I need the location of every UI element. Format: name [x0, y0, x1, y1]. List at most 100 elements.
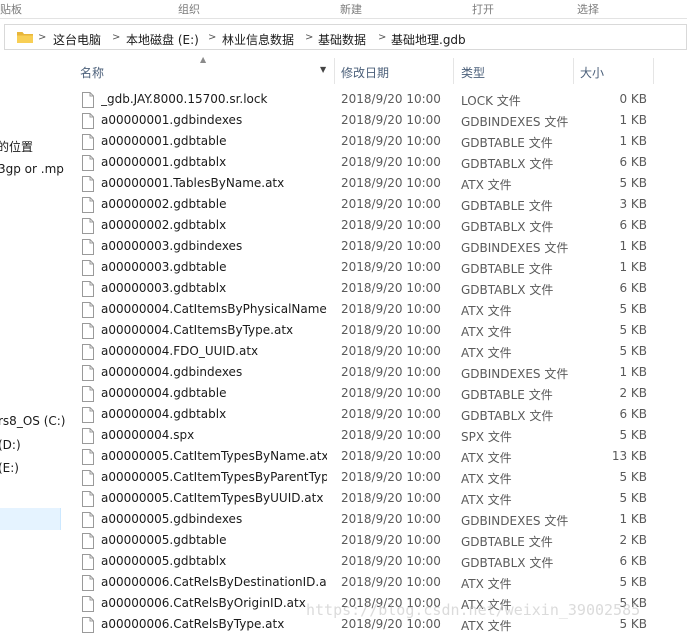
breadcrumb-this-pc[interactable]: 这台电脑: [53, 31, 101, 48]
nav-item-drive-d[interactable]: (D:): [0, 438, 21, 452]
breadcrumb-chevron-icon[interactable]: >: [305, 32, 313, 43]
breadcrumb-local-disk-e[interactable]: 本地磁盘 (E:): [126, 31, 199, 48]
column-header-date[interactable]: 修改日期: [341, 64, 389, 81]
file-row[interactable]: a00000004.spx 2018/9/20 10:00 SPX 文件 5 KB: [68, 426, 687, 447]
file-row[interactable]: a00000002.gdbtable 2018/9/20 10:00 GDBTABL…: [68, 195, 687, 216]
file-size: 5 KB: [619, 596, 647, 610]
file-row[interactable]: _gdb.JAY.8000.15700.sr.lock 2018/9/20 10:…: [68, 90, 687, 111]
column-header-name[interactable]: 名称: [80, 64, 104, 81]
column-divider[interactable]: [573, 58, 574, 84]
file-row[interactable]: a00000005.gdbindexes 2018/9/20 10:00 GDBIN…: [68, 510, 687, 531]
ribbon-group-organize: 组织: [178, 3, 200, 16]
file-type: ATX 文件: [461, 304, 512, 318]
file-row[interactable]: a00000001.gdbtablx 2018/9/20 10:00 GDBTABL…: [68, 153, 687, 174]
file-row[interactable]: a00000001.gdbindexes 2018/9/20 10:00 GDBIN…: [68, 111, 687, 132]
file-row[interactable]: a00000003.gdbtablx 2018/9/20 10:00 GDBTABL…: [68, 279, 687, 300]
file-size: 1 KB: [619, 512, 647, 526]
file-icon: [82, 491, 94, 507]
file-type: GDBTABLX 文件: [461, 409, 554, 423]
sort-ascending-icon: ▲: [200, 55, 207, 64]
file-icon: [82, 617, 94, 633]
nav-selection-highlight: [0, 508, 61, 530]
file-name: a00000004.spx: [101, 428, 195, 442]
file-row[interactable]: a00000004.gdbindexes 2018/9/20 10:00 GDBIN…: [68, 363, 687, 384]
file-date: 2018/9/20 10:00: [341, 344, 441, 358]
file-row[interactable]: a00000001.gdbtable 2018/9/20 10:00 GDBTABL…: [68, 132, 687, 153]
nav-item-drive-c[interactable]: rs8_OS (C:): [0, 414, 65, 428]
file-name: a00000005.CatItemTypesByUUID.atx: [101, 491, 324, 505]
file-size: 1 KB: [619, 365, 647, 379]
column-header-type[interactable]: 类型: [461, 64, 485, 81]
column-divider[interactable]: [334, 58, 335, 84]
file-name: a00000003.gdbtable: [101, 260, 227, 274]
file-row[interactable]: a00000005.gdbtablx 2018/9/20 10:00 GDBTABL…: [68, 552, 687, 573]
address-bar[interactable]: > 这台电脑 > 本地磁盘 (E:) > 林业信息数据 > 基础数据 > 基础地…: [0, 22, 687, 50]
file-icon: [82, 197, 94, 213]
file-row[interactable]: a00000005.CatItemTypesByName.atx 2018/9/2…: [68, 447, 687, 468]
breadcrumb-base-data[interactable]: 基础数据: [318, 31, 366, 48]
column-header-size[interactable]: 大小: [580, 64, 604, 81]
file-name: a00000006.CatRelsByOriginID.atx: [101, 596, 306, 610]
file-size: 5 KB: [619, 176, 647, 190]
file-icon: [82, 344, 94, 360]
file-row[interactable]: a00000003.gdbtable 2018/9/20 10:00 GDBTABL…: [68, 258, 687, 279]
folder-icon: [17, 32, 33, 43]
file-row[interactable]: a00000001.TablesByName.atx 2018/9/20 10:0…: [68, 174, 687, 195]
file-type: GDBTABLX 文件: [461, 220, 554, 234]
file-row[interactable]: a00000004.gdbtable 2018/9/20 10:00 GDBTABL…: [68, 384, 687, 405]
breadcrumb-forestry-data[interactable]: 林业信息数据: [222, 31, 294, 48]
column-divider[interactable]: [453, 58, 454, 84]
file-type: GDBTABLE 文件: [461, 388, 553, 402]
file-date: 2018/9/20 10:00: [341, 239, 441, 253]
breadcrumb-chevron-icon[interactable]: >: [112, 32, 120, 43]
file-name: a00000005.gdbtablx: [101, 554, 227, 568]
file-icon: [82, 449, 94, 465]
file-row[interactable]: a00000006.CatRelsByOriginID.atx 2018/9/20…: [68, 594, 687, 615]
ribbon-group-labels: 贴板 组织 新建 打开 选择: [0, 0, 687, 19]
file-icon: [82, 512, 94, 528]
file-row[interactable]: a00000004.CatItemsByPhysicalName.... 2018…: [68, 300, 687, 321]
file-type: GDBTABLE 文件: [461, 262, 553, 276]
breadcrumb-gdb[interactable]: 基础地理.gdb: [391, 31, 466, 48]
file-icon: [82, 407, 94, 423]
file-type: GDBTABLX 文件: [461, 157, 554, 171]
file-row[interactable]: a00000005.gdbtable 2018/9/20 10:00 GDBTABL…: [68, 531, 687, 552]
file-row[interactable]: a00000006.CatRelsByDestinationID.atx 2018…: [68, 573, 687, 594]
file-row[interactable]: a00000004.gdbtablx 2018/9/20 10:00 GDBTABL…: [68, 405, 687, 426]
file-row[interactable]: a00000004.FDO_UUID.atx 2018/9/20 10:00 ATX…: [68, 342, 687, 363]
file-icon: [82, 323, 94, 339]
file-date: 2018/9/20 10:00: [341, 365, 441, 379]
file-name: a00000004.CatItemsByPhysicalName....: [101, 302, 327, 316]
nav-item-drive-e[interactable]: (E:): [0, 461, 19, 475]
file-icon: [82, 596, 94, 612]
file-size: 2 KB: [619, 533, 647, 547]
breadcrumb-chevron-icon[interactable]: >: [38, 32, 46, 43]
file-name: a00000006.CatRelsByType.atx: [101, 617, 285, 631]
file-icon: [82, 176, 94, 192]
file-name: a00000003.gdbindexes: [101, 239, 243, 253]
file-type: ATX 文件: [461, 577, 512, 591]
nav-item-3gp[interactable]: 3gp or .mp: [0, 162, 64, 176]
file-name: a00000001.gdbtablx: [101, 155, 227, 169]
file-row[interactable]: a00000002.gdbtablx 2018/9/20 10:00 GDBTABL…: [68, 216, 687, 237]
column-divider[interactable]: [653, 58, 654, 84]
file-date: 2018/9/20 10:00: [341, 218, 441, 232]
breadcrumb-chevron-icon[interactable]: >: [378, 32, 386, 43]
file-date: 2018/9/20 10:00: [341, 92, 441, 106]
navigation-pane: 的位置 3gp or .mp rs8_OS (C:) (D:) (E:): [0, 52, 65, 632]
file-icon: [82, 365, 94, 381]
file-row[interactable]: a00000005.CatItemTypesByUUID.atx 2018/9/2…: [68, 489, 687, 510]
file-date: 2018/9/20 10:00: [341, 323, 441, 337]
file-type: ATX 文件: [461, 325, 512, 339]
file-icon: [82, 386, 94, 402]
nav-item-location[interactable]: 的位置: [0, 138, 33, 155]
file-row[interactable]: a00000006.CatRelsByType.atx 2018/9/20 10:…: [68, 615, 687, 636]
breadcrumb-chevron-icon[interactable]: >: [208, 32, 216, 43]
file-row[interactable]: a00000003.gdbindexes 2018/9/20 10:00 GDBIN…: [68, 237, 687, 258]
file-type: SPX 文件: [461, 430, 512, 444]
file-row[interactable]: a00000005.CatItemTypesByParentTyp... 2018…: [68, 468, 687, 489]
address-box[interactable]: > 这台电脑 > 本地磁盘 (E:) > 林业信息数据 > 基础数据 > 基础地…: [4, 24, 687, 50]
column-filter-dropdown-icon[interactable]: ▼: [320, 65, 326, 74]
file-row[interactable]: a00000004.CatItemsByType.atx 2018/9/20 10…: [68, 321, 687, 342]
file-name: a00000005.CatItemTypesByParentTyp...: [101, 470, 327, 484]
